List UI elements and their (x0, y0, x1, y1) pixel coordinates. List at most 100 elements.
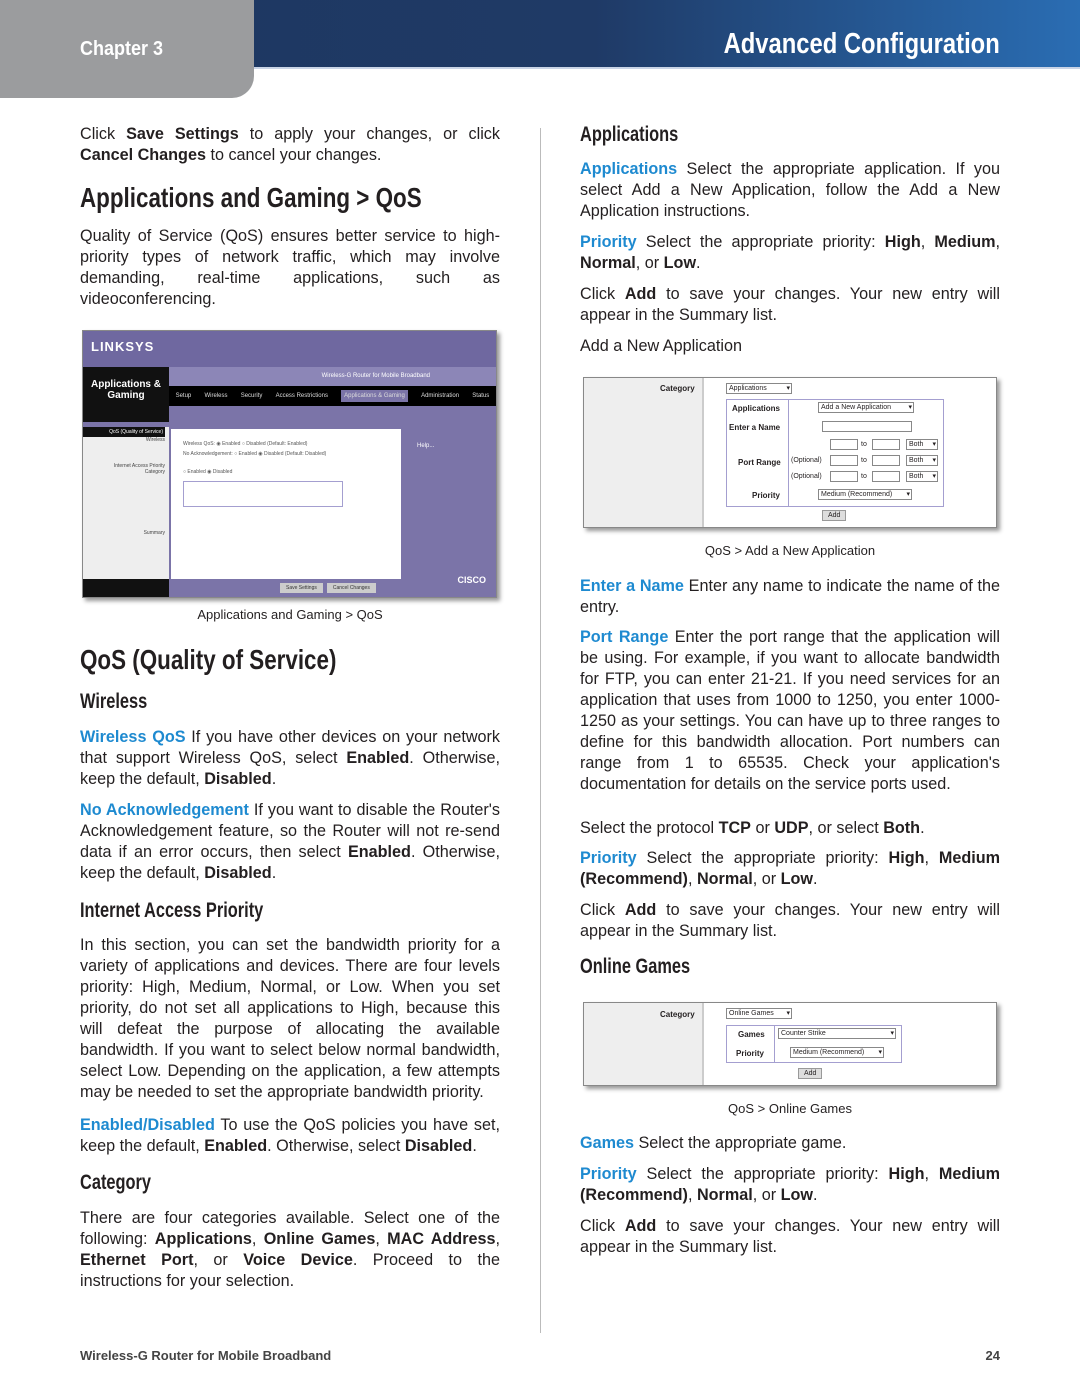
screenshot-online-games: Category Online Games Games Counter Stri… (583, 1002, 997, 1086)
side-title: Applications & Gaming (83, 367, 169, 422)
nav-tab: Setup (175, 393, 192, 399)
text-run: Select the appropriate game. (634, 1134, 847, 1152)
paragraph-add-3: Click Add to save your changes. Your new… (580, 1216, 1000, 1258)
text-run: to cancel your changes. (205, 146, 382, 164)
text-run: or (750, 819, 775, 837)
bold-text: Cancel Changes (80, 146, 206, 164)
label: Summary (143, 530, 165, 536)
text-run: In this section, you can set the bandwid… (80, 936, 500, 1101)
label: Applications (732, 404, 781, 413)
term-label: Wireless QoS (80, 728, 186, 746)
text-run: , or (193, 1251, 244, 1269)
application-select: Add a New Application (818, 402, 914, 413)
text-run: , (924, 1165, 939, 1183)
heading-applications: Applications (580, 123, 679, 146)
text-run: Enter the port range that the applicatio… (580, 628, 1000, 793)
paragraph-wireless-qos: Wireless QoS If you have other devices o… (80, 727, 500, 790)
nav-tab: Wireless (204, 393, 228, 399)
bold-text: MAC Address (387, 1230, 496, 1248)
add-button: Add (798, 1068, 823, 1079)
bold-text: Medium (934, 233, 996, 251)
paragraph-enter-name: Enter a Name Enter any name to indicate … (580, 576, 1000, 618)
label: Category (660, 384, 695, 393)
bold-text: Add (624, 285, 657, 303)
text-run: Click (580, 285, 625, 303)
text-run: , or select (808, 819, 884, 837)
category-select: Online Games (726, 1008, 792, 1019)
to-label: to (861, 473, 867, 480)
text-run: Select the protocol (580, 819, 719, 837)
bold-text: Disabled (404, 1137, 473, 1155)
bold-text: Normal (696, 1186, 753, 1204)
model-name: Wireless-G Router for Mobile Broadband (169, 367, 496, 386)
bold-text: Save Settings (126, 125, 239, 143)
label: Category (144, 469, 165, 475)
text-run: , (375, 1230, 388, 1248)
term-label: Priority (580, 233, 637, 251)
bold-text: Voice Device (243, 1251, 353, 1269)
add-button: Add (822, 510, 847, 521)
text-run: , (920, 233, 935, 251)
text-run: . Otherwise, select (267, 1137, 405, 1155)
label: Port Range (738, 458, 781, 467)
heading-qos: QoS (Quality of Service) (80, 644, 337, 675)
text-run: . (812, 870, 818, 888)
to-label: to (861, 441, 867, 448)
linksys-logo: LINKSYS (91, 339, 155, 354)
to-label: to (861, 457, 867, 464)
chapter-label: Chapter 3 (80, 38, 164, 60)
priority-select: Medium (Recommend) (790, 1047, 884, 1058)
label: Enter a Name (729, 423, 781, 432)
bold-text: Normal (580, 254, 636, 272)
bold-text: Low (780, 870, 813, 888)
iap-row: ○ Enabled ◉ Disabled (183, 469, 233, 475)
nav-tab: Security (240, 393, 263, 399)
text-run: , (687, 1186, 697, 1204)
text-run: Click (580, 901, 625, 919)
term-label: Port Range (580, 628, 669, 646)
text-run: . (271, 864, 277, 882)
bold-text: High (888, 849, 925, 867)
figure-caption: QoS > Online Games (728, 1101, 852, 1116)
text-run: , (924, 849, 939, 867)
no-ack-row: No Acknowledgement: ○ Enabled ◉ Disabled… (183, 451, 327, 457)
bold-text: High (888, 1165, 925, 1183)
text-run: , or (752, 1186, 781, 1204)
term-label: Applications (580, 160, 678, 178)
bold-text: Both (883, 819, 921, 837)
paragraph-applications: Applications Select the appropriate appl… (580, 159, 1000, 222)
screenshot-add-new-application: Category Applications Applications Add a… (583, 377, 997, 528)
term-label: Enabled/Disabled (80, 1116, 215, 1134)
bold-text: Enabled (204, 1137, 268, 1155)
paragraph-add: Click Add to save your changes. Your new… (580, 284, 1000, 326)
bold-text: Low (663, 254, 697, 272)
text-run: , (687, 870, 697, 888)
bold-text: Online Games (263, 1230, 376, 1248)
term-label: Games (580, 1134, 634, 1152)
bold-text: Disabled (204, 864, 272, 882)
footer-product: Wireless-G Router for Mobile Broadband (80, 1348, 332, 1363)
paragraph-category: There are four categories available. Sel… (80, 1208, 500, 1292)
text-run: Select the appropriate priority: (636, 1165, 889, 1183)
bold-text: Low (780, 1186, 813, 1204)
left-labels: QoS (Quality of Service) Wireless Intern… (83, 427, 169, 579)
paragraph-iap: In this section, you can set the bandwid… (80, 935, 500, 1103)
protocol-select: Both (906, 471, 938, 482)
bold-text: Add (624, 1217, 657, 1235)
text-run: Select the appropriate priority: (636, 849, 889, 867)
heading-online-games: Online Games (580, 955, 691, 978)
paragraph-save: Click Save Settings to apply your change… (80, 124, 500, 166)
nav-tab: Status (472, 393, 490, 399)
bold-text: Disabled (204, 770, 272, 788)
wireless-qos-row: Wireless QoS: ◉ Enabled ○ Disabled (Defa… (183, 441, 308, 447)
paragraph-add-new-app: Add a New Application (580, 336, 1000, 357)
cancel-changes-button: Cancel Changes (326, 583, 376, 593)
text-run: . (696, 254, 701, 272)
text-run: Click (580, 1217, 625, 1235)
heading-wireless: Wireless (80, 690, 148, 713)
text-run: , or (635, 254, 664, 272)
text-run: . (271, 770, 277, 788)
text-run: Click (80, 125, 127, 143)
section-title: Advanced Configuration (723, 28, 1000, 60)
text-run: . (812, 1186, 818, 1204)
